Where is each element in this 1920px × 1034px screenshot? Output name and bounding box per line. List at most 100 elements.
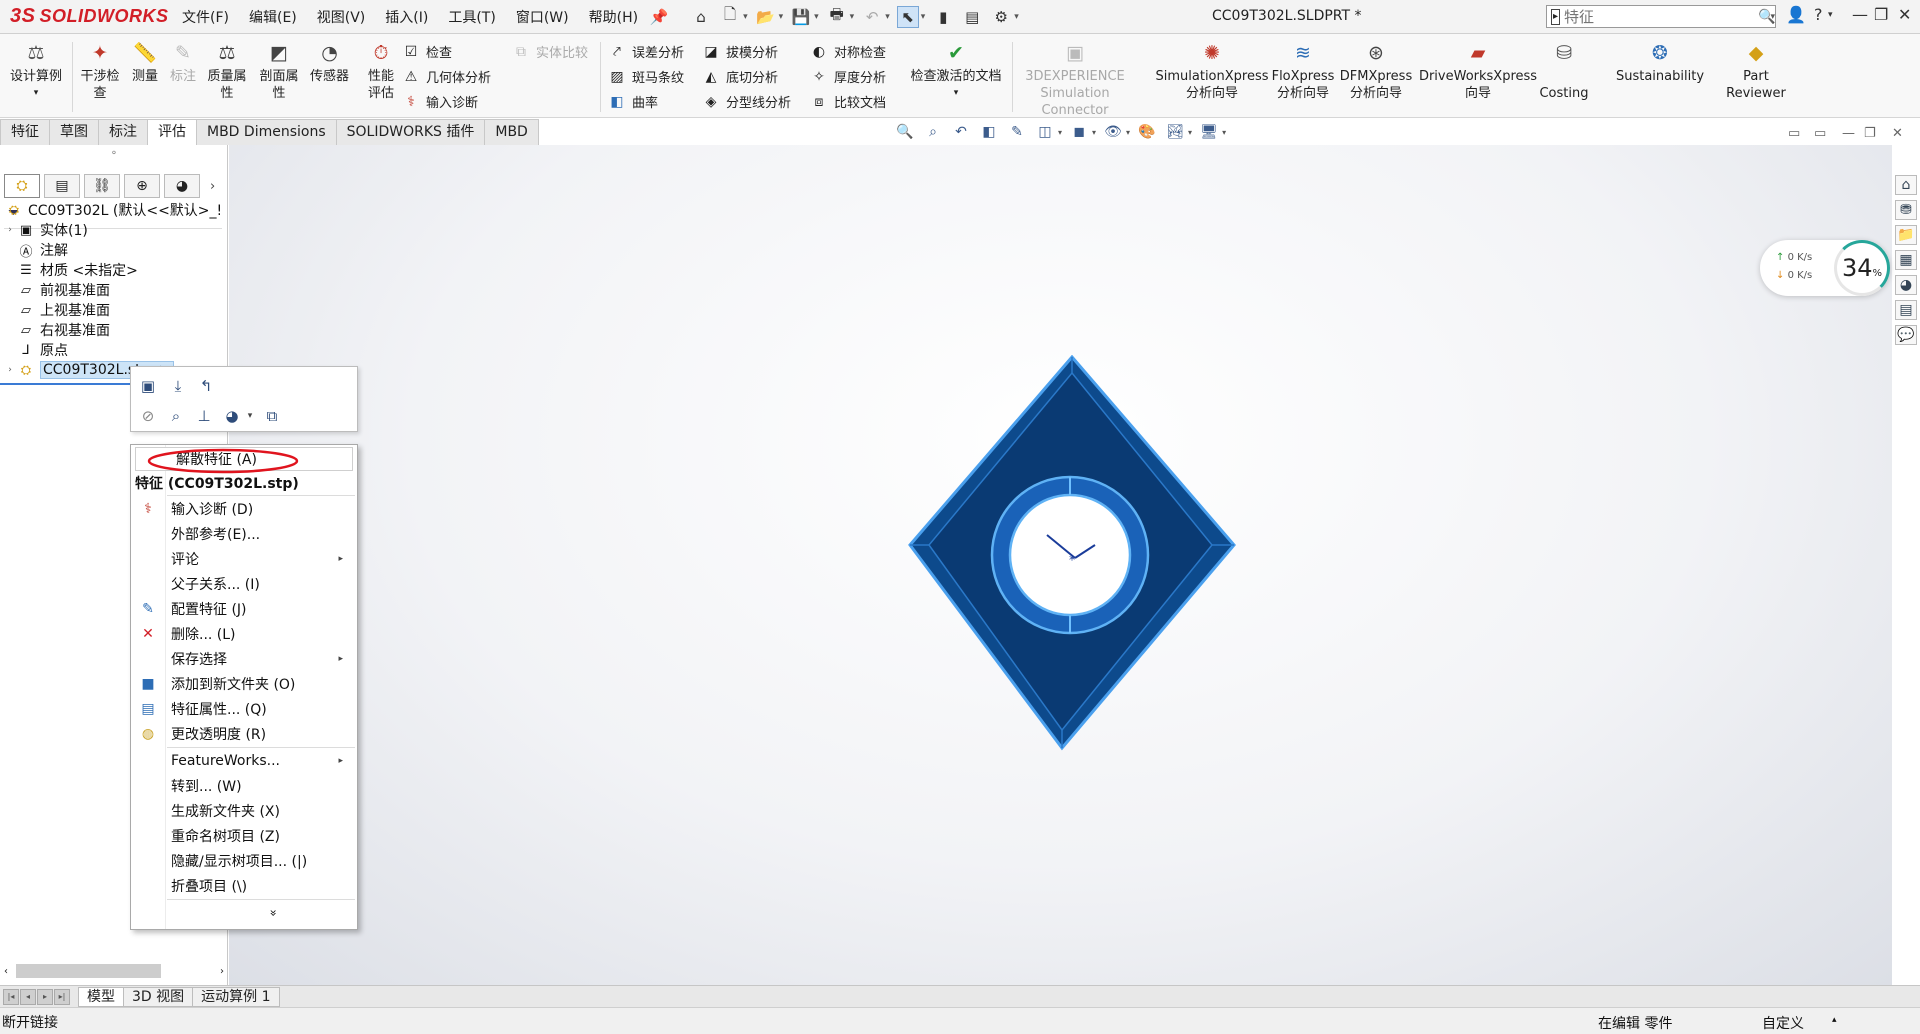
chevron-down-icon[interactable]: ▾: [885, 12, 890, 22]
check-button[interactable]: ☑ 检查: [402, 42, 452, 62]
first-tab-icon[interactable]: |◂: [3, 988, 19, 1005]
deviation-analysis-button[interactable]: ⤤ 误差分析: [608, 42, 684, 62]
apply-scene-icon[interactable]: 🏞: [1164, 122, 1186, 142]
help-icon[interactable]: ?: [1814, 5, 1823, 24]
3dexperience-connector-button[interactable]: ▣ 3DEXPERIENCE Simulation Connector: [1018, 40, 1132, 119]
curvature-button[interactable]: ◧ 曲率: [608, 92, 658, 112]
user-icon[interactable]: 👤: [1786, 5, 1806, 24]
close-icon[interactable]: ✕: [1898, 5, 1911, 24]
chevron-down-icon[interactable]: ▾: [1092, 128, 1096, 137]
zoom-to-selection-icon[interactable]: ⌕: [165, 405, 187, 427]
measure-button[interactable]: 📏 测量: [132, 40, 158, 85]
tab-mbd[interactable]: MBD: [484, 119, 539, 145]
save-icon[interactable]: 💾: [790, 6, 812, 28]
tree-root[interactable]: ⛭ CC09T302L (默认<<默认>_!: [4, 199, 222, 221]
expand-arrow-icon[interactable]: ›: [4, 365, 16, 375]
solidworks-logo[interactable]: 3S SOLIDWORKS: [0, 0, 168, 34]
displaymanager-tab-icon[interactable]: ◕: [164, 174, 200, 198]
menu-item-add-to-new-folder[interactable]: ■ 添加到新文件夹 (O): [131, 672, 357, 696]
menu-tools[interactable]: 工具(T): [438, 7, 505, 27]
chevron-down-icon[interactable]: ▾: [1188, 128, 1192, 137]
chevron-down-icon[interactable]: ▾: [1222, 128, 1226, 137]
menu-item-external-references[interactable]: 外部参考(E)...: [131, 522, 357, 546]
tab-evaluate[interactable]: 评估: [147, 119, 197, 145]
file-properties-icon[interactable]: ▤: [961, 6, 983, 28]
dynamic-annotation-icon[interactable]: ✎: [1006, 122, 1028, 142]
expand-arrow-icon[interactable]: ›: [4, 225, 16, 235]
chevron-down-icon[interactable]: ▾: [779, 12, 784, 22]
markup-button[interactable]: ✎ 标注: [170, 40, 196, 85]
print-icon[interactable]: 🖶: [826, 5, 848, 28]
menu-item-collapse-items[interactable]: 折叠项目 (\): [131, 874, 357, 898]
isolate-icon[interactable]: ⧉: [261, 405, 283, 427]
draft-analysis-button[interactable]: ◪ 拔模分析: [702, 42, 778, 62]
appearances-icon[interactable]: ◕: [1895, 275, 1917, 295]
import-diagnostics-button[interactable]: ⚕ 输入诊断: [402, 92, 478, 112]
zoom-to-fit-icon[interactable]: 🔍: [894, 122, 916, 142]
tree-item-top-plane[interactable]: ▱ 上视基准面: [4, 299, 110, 321]
design-library-icon[interactable]: ⛃: [1895, 200, 1917, 220]
search-input[interactable]: [1564, 7, 1759, 26]
undercut-analysis-button[interactable]: ◭ 底切分析: [702, 67, 778, 87]
interference-check-button[interactable]: ✦ 干涉检查: [80, 40, 120, 102]
options-gear-icon[interactable]: ⚙: [990, 6, 1012, 28]
undo-arrow-icon[interactable]: ↰: [195, 375, 217, 397]
chevron-down-icon[interactable]: ▾: [1770, 12, 1775, 22]
menu-file[interactable]: 文件(F): [172, 7, 239, 27]
status-units[interactable]: 自定义: [1762, 1013, 1804, 1033]
view-settings-icon[interactable]: 🖥: [1198, 122, 1220, 142]
scroll-track[interactable]: [12, 964, 216, 978]
forum-icon[interactable]: 💬: [1895, 325, 1917, 345]
solidworks-resources-icon[interactable]: ⌂: [1895, 175, 1917, 195]
propertymanager-tab-icon[interactable]: ▤: [44, 174, 80, 198]
hide-show-items-icon[interactable]: 👁: [1102, 122, 1124, 142]
menu-item-create-new-folder[interactable]: 生成新文件夹 (X): [131, 799, 357, 823]
command-search-icon[interactable]: ▸: [1551, 8, 1561, 25]
viewport-close-icon[interactable]: ✕: [1892, 126, 1903, 141]
chevron-down-icon[interactable]: ▾: [1014, 12, 1019, 22]
tree-item-origin[interactable]: ⅃ 原点: [4, 339, 68, 361]
chevron-down-icon[interactable]: ▾: [850, 12, 855, 22]
tree-item-annotations[interactable]: Ⓐ 注解: [4, 239, 68, 261]
home-icon[interactable]: ⌂: [690, 6, 712, 28]
panel-splitter[interactable]: ⚬: [0, 145, 228, 167]
viewport-minimize-icon[interactable]: —: [1842, 126, 1855, 141]
normal-to-icon[interactable]: ⊥: [193, 405, 215, 427]
sustainability-button[interactable]: ❂ Sustainability: [1614, 40, 1706, 85]
sensor-button[interactable]: ◔ 传感器: [310, 40, 349, 85]
chevron-down-icon[interactable]: ▾: [814, 12, 819, 22]
floxpress-button[interactable]: ≋ FloXpress 分析向导: [1272, 40, 1335, 102]
geometry-analysis-button[interactable]: ⚠ 几何体分析: [402, 67, 491, 87]
parting-line-analysis-button[interactable]: ◈ 分型线分析: [702, 92, 791, 112]
rollback-icon[interactable]: ⤓: [167, 375, 189, 397]
dimxpertmanager-tab-icon[interactable]: ⊕: [124, 174, 160, 198]
scroll-right-icon[interactable]: ›: [220, 966, 228, 977]
scroll-left-icon[interactable]: ‹: [0, 966, 8, 977]
thickness-analysis-button[interactable]: ✧ 厚度分析: [810, 67, 886, 87]
chevron-down-icon[interactable]: ▾: [1126, 128, 1130, 137]
menu-expand-more-icon[interactable]: »: [131, 901, 357, 925]
part-model[interactable]: *: [907, 355, 1237, 755]
dfmxpress-button[interactable]: ⊛ DFMXpress 分析向导: [1340, 40, 1412, 102]
driveworksxpress-button[interactable]: ▰ DriveWorksXpress 向导: [1419, 40, 1537, 102]
part-reviewer-button[interactable]: ◆ Part Reviewer: [1726, 40, 1786, 102]
menu-help[interactable]: 帮助(H): [579, 7, 648, 27]
featuremanager-tab-icon[interactable]: ⛭: [4, 174, 40, 198]
edit-appearance-icon[interactable]: 🎨: [1136, 122, 1158, 142]
select-cursor-icon[interactable]: ⬉: [896, 5, 919, 28]
open-folder-icon[interactable]: 📂: [755, 6, 777, 28]
file-explorer-icon[interactable]: 📁: [1895, 225, 1917, 245]
tab-markup[interactable]: 标注: [98, 119, 148, 145]
menu-item-import-diagnostics[interactable]: ⚕ 输入诊断 (D): [131, 497, 357, 521]
horizontal-scrollbar[interactable]: ‹ ›: [0, 963, 228, 979]
tree-item-material[interactable]: ☰ 材质 <未指定>: [4, 259, 138, 281]
view-orientation-icon[interactable]: ◫: [1034, 122, 1056, 142]
simulationxpress-button[interactable]: ✺ SimulationXpress 分析向导: [1156, 40, 1269, 102]
pin-icon[interactable]: 📌: [648, 6, 670, 28]
tab-mbd-dimensions[interactable]: MBD Dimensions: [196, 119, 337, 145]
menu-item-delete[interactable]: ✕ 删除... (L): [131, 622, 357, 646]
tab-motion-study[interactable]: 运动算例 1: [192, 986, 280, 1007]
menu-edit[interactable]: 编辑(E): [239, 7, 307, 27]
zoom-to-area-icon[interactable]: ⌕: [922, 122, 944, 142]
zebra-stripes-button[interactable]: ▨ 斑马条纹: [608, 67, 684, 87]
